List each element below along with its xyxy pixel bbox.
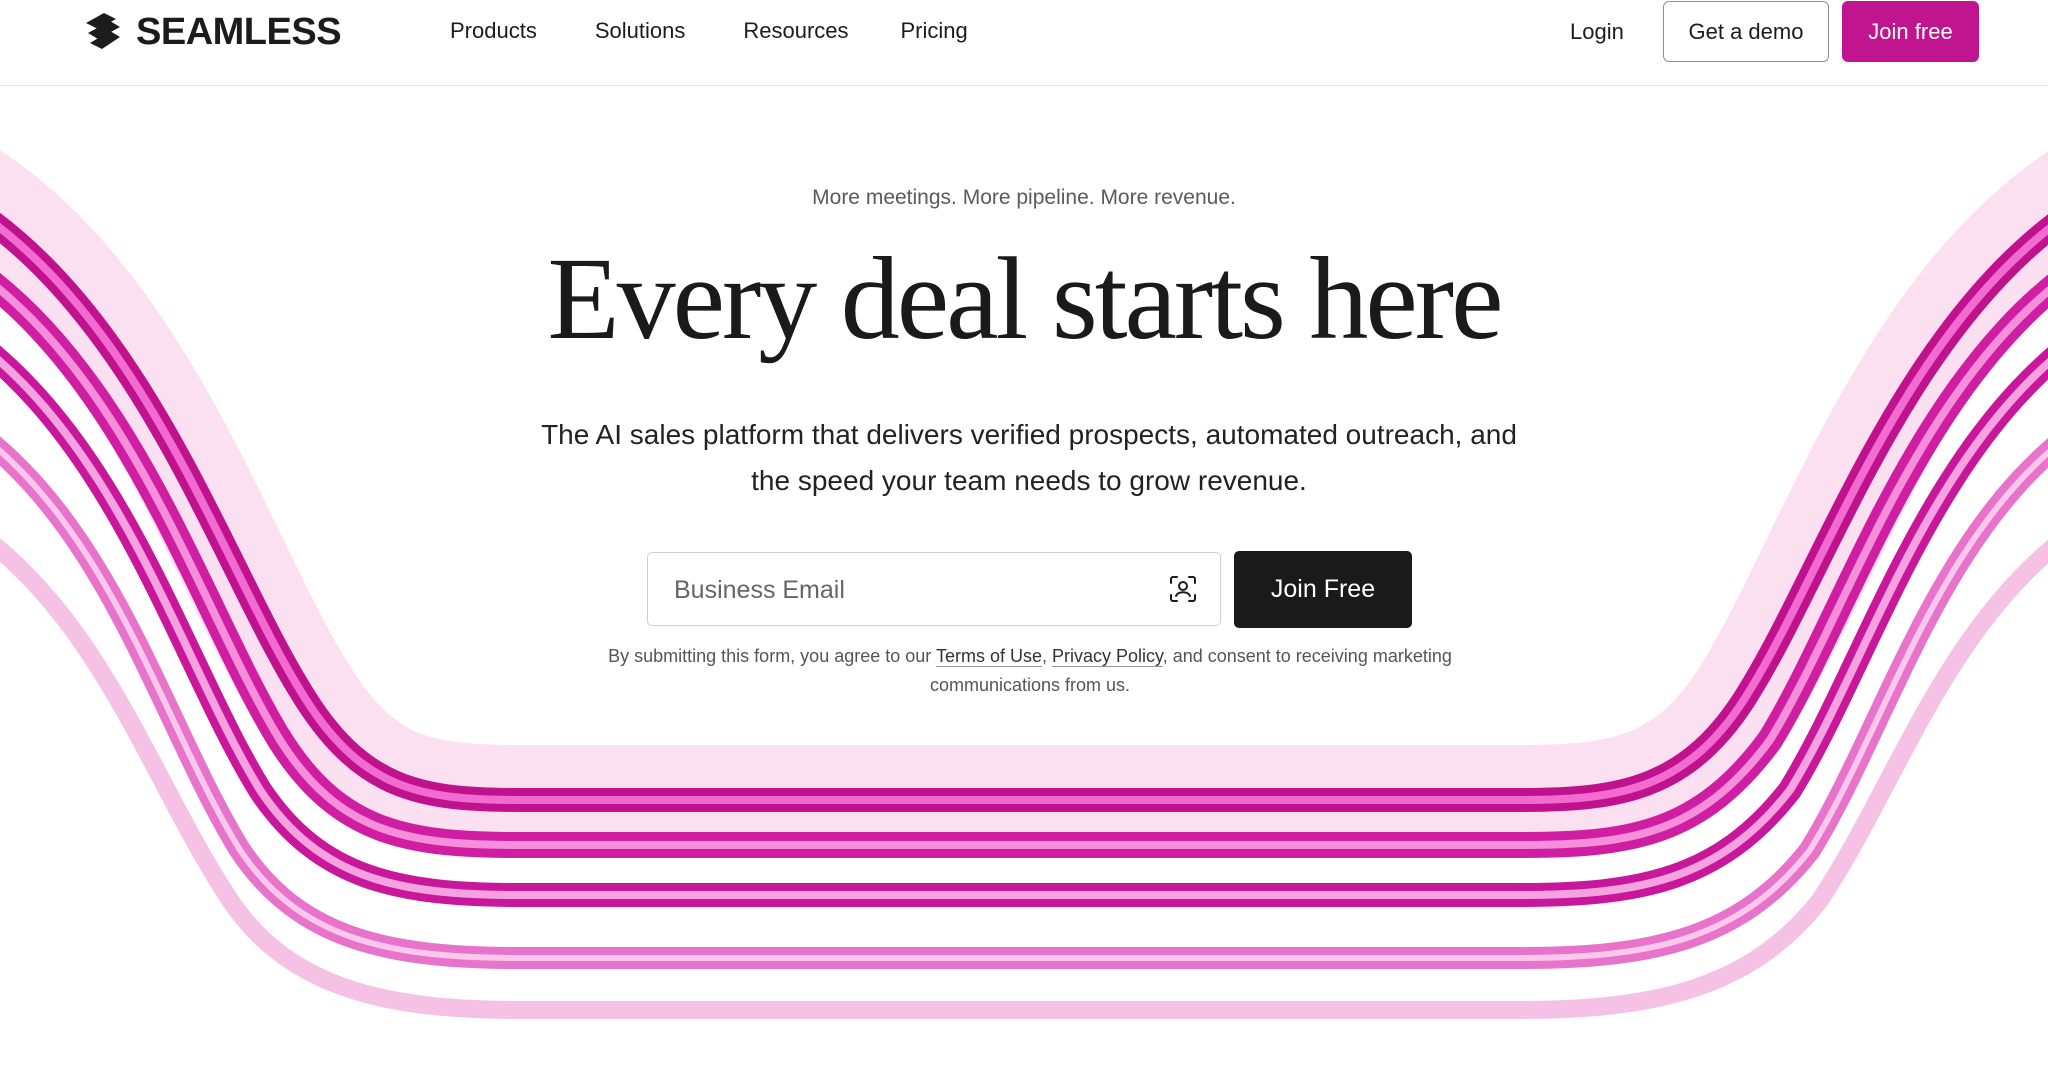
seamless-logo-icon [86,13,120,49]
contact-scan-icon[interactable] [1168,574,1198,604]
hero-subtitle: The AI sales platform that delivers veri… [541,419,1517,496]
nav-resources[interactable]: Resources [743,14,848,48]
login-link[interactable]: Login [1570,19,1624,45]
join-free-submit-button[interactable]: Join Free [1234,551,1412,628]
terms-of-use-link[interactable]: Terms of Use [935,646,1042,667]
brand-name: SEAMLESS [136,10,342,53]
privacy-policy-link[interactable]: Privacy Policy [1052,646,1163,667]
hero-headline: Every deal starts here [547,233,1504,364]
get-demo-button[interactable]: Get a demo [1663,1,1829,62]
disclaimer-prefix: By submitting this form, you agree to ou… [608,646,936,666]
hero-section: More meetings. More pipeline. More reven… [0,0,2048,1068]
nav-pricing[interactable]: Pricing [901,14,968,48]
email-field-wrapper [647,552,1221,627]
brand-logo[interactable]: SEAMLESS [80,8,342,56]
landing-page: SEAMLESS Products Solutions Resources Pr… [0,0,2048,1068]
business-email-input[interactable] [672,553,1146,627]
site-header: SEAMLESS Products Solutions Resources Pr… [0,0,2048,86]
hero-tagline: More meetings. More pipeline. More reven… [812,186,1236,209]
main-nav: Products Solutions Resources Pricing [450,14,1026,48]
join-free-header-button[interactable]: Join free [1842,1,1979,62]
form-disclaimer: By submitting this form, you agree to ou… [560,642,1500,700]
disclaimer-separator: , [1041,646,1052,666]
nav-products[interactable]: Products [450,14,537,48]
nav-solutions[interactable]: Solutions [595,14,686,48]
